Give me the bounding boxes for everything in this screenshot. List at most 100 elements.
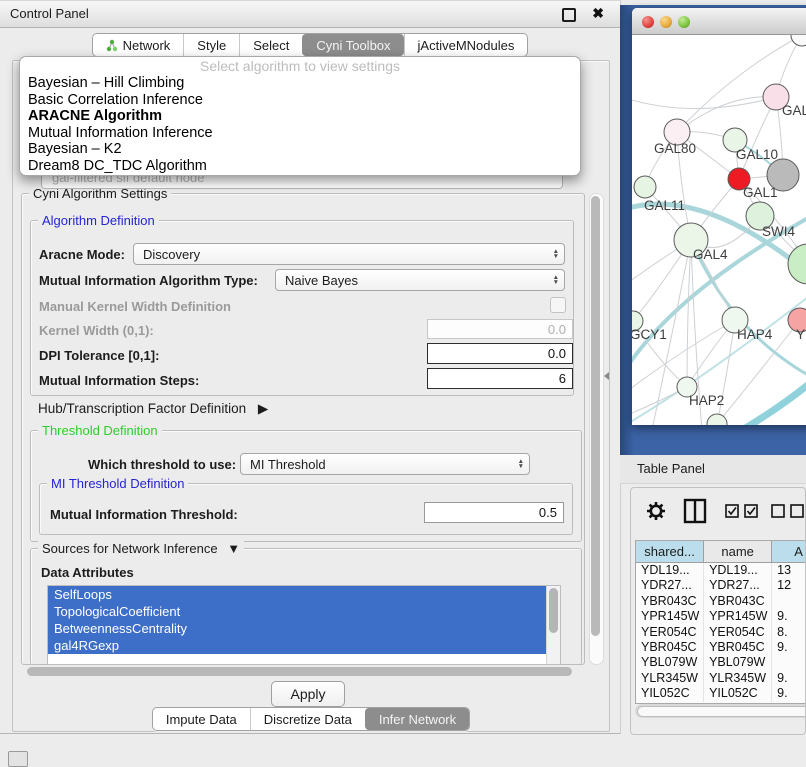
column-header-a[interactable]: A (772, 541, 806, 562)
dpi-tolerance-label: DPI Tolerance [0,1]: (39, 348, 159, 363)
apply-button[interactable]: Apply (271, 681, 345, 707)
minimize-traffic-icon[interactable] (660, 16, 672, 28)
network-edge[interactable] (677, 97, 776, 132)
which-threshold-label: Which threshold to use: (88, 457, 236, 472)
table-row[interactable]: YBL079WYBL079W (636, 655, 806, 670)
tab-label: Network (123, 38, 171, 53)
tab-network[interactable]: Network (93, 34, 184, 56)
network-edge[interactable] (632, 97, 776, 109)
mi-steps-field[interactable]: 6 (427, 368, 573, 389)
settings-vscroll-thumb[interactable] (591, 196, 600, 636)
table-row[interactable]: YBR043CYBR043C (636, 594, 806, 609)
manual-kernel-width-checkbox[interactable] (550, 297, 566, 313)
mi-threshold-definition-title: MI Threshold Definition (47, 476, 188, 491)
algorithm-option-bayesian-k2[interactable]: Bayesian – K2 (20, 141, 580, 158)
zoom-traffic-icon[interactable] (678, 16, 690, 28)
table-cell: YIL052C (704, 686, 772, 701)
settings-hscroll-thumb[interactable] (27, 667, 572, 676)
gear-icon[interactable] (645, 500, 667, 522)
network-canvas[interactable]: GALGAL80GAL10GAL1GAL11SWI4GAL4GCY1HAP4YH… (632, 35, 806, 425)
attribute-item-gal4rgexp[interactable]: gal4RGexp (48, 637, 560, 654)
dpi-tolerance-field[interactable]: 0.0 (427, 343, 573, 364)
mi-algorithm-type-combo[interactable]: Naive Bayes ▲▼ (275, 269, 565, 291)
table-cell: 9. (772, 640, 806, 655)
table-row[interactable]: YDR27...YDR27...12 (636, 578, 806, 593)
table-row[interactable]: YPR145WYPR145W9. (636, 609, 806, 624)
network-edge[interactable] (717, 320, 735, 424)
table-row[interactable]: YIL052CYIL052C9. (636, 686, 806, 701)
column-header-name[interactable]: name (704, 541, 772, 562)
table-row[interactable]: YER054CYER054C8. (636, 625, 806, 640)
tab-label: Discretize Data (264, 712, 352, 727)
tab-infer-network[interactable]: Infer Network (365, 708, 469, 730)
network-window-titlebar[interactable] (632, 8, 806, 35)
table-row[interactable]: YDL19...YDL19...13 (636, 563, 806, 578)
hub-definition-toggle[interactable]: Hub/Transcription Factor Definition ▶ (38, 401, 268, 417)
splitter-handle[interactable] (604, 372, 609, 380)
algorithm-definition-title: Algorithm Definition (38, 213, 159, 228)
table-row[interactable]: YBR045CYBR045C9. (636, 640, 806, 655)
table-hscroll-thumb[interactable] (637, 706, 806, 717)
network-node-top-partial[interactable] (791, 35, 806, 46)
algorithm-option-basic-correlation-inference[interactable]: Basic Correlation Inference (20, 92, 580, 109)
table-horizontal-scrollbar[interactable] (635, 704, 806, 718)
settings-vertical-scrollbar[interactable] (589, 193, 604, 665)
column-header-shared[interactable]: shared... (636, 541, 704, 562)
table-cell: 13 (772, 563, 806, 578)
node-label-y: Y (796, 327, 805, 342)
attributes-scrollbar[interactable] (546, 586, 560, 664)
tab-style[interactable]: Style (183, 34, 239, 56)
algorithm-option-aracne-algorithm[interactable]: ARACNE Algorithm (20, 108, 580, 125)
stepper-arrows-icon: ▲▼ (553, 249, 559, 259)
table-cell: YBR043C (636, 594, 704, 609)
network-edge[interactable] (687, 240, 691, 387)
table-cell: YDR27... (704, 578, 772, 593)
algorithm-dropdown-list: Select algorithm to view settings Bayesi… (19, 56, 581, 176)
table-row[interactable]: YLR345WYLR345W9. (636, 671, 806, 686)
sources-title[interactable]: Sources for Network Inference ▼ (38, 541, 244, 556)
aracne-mode-combo[interactable]: Discovery ▲▼ (133, 243, 565, 265)
algorithm-option-mutual-information-inference[interactable]: Mutual Information Inference (20, 125, 580, 142)
control-panel-window: Control Panel ✖ Network StyleSelectCyni T… (0, 0, 621, 734)
tab-select[interactable]: Select (239, 34, 302, 56)
network-node-gal11[interactable] (634, 176, 656, 198)
unchecked-pair-icon[interactable] (771, 504, 805, 518)
split-columns-icon[interactable] (683, 498, 707, 524)
settings-horizontal-scrollbar[interactable] (21, 665, 589, 678)
close-icon[interactable]: ✖ (592, 5, 604, 22)
tab-cyni-toolbox[interactable]: Cyni Toolbox (302, 34, 403, 56)
tab-label: Infer Network (379, 712, 456, 727)
checked-pair-icon[interactable] (725, 504, 759, 518)
attributes-scrollbar-thumb[interactable] (549, 588, 558, 633)
algorithm-option-bayesian-hill-climbing[interactable]: Bayesian – Hill Climbing (20, 75, 580, 92)
sources-group: Sources for Network Inference ▼ Data Att… (30, 548, 582, 665)
close-traffic-icon[interactable] (642, 16, 654, 28)
tab-impute-data[interactable]: Impute Data (153, 708, 250, 730)
attribute-item-betweennesscentrality[interactable]: BetweennessCentrality (48, 620, 560, 637)
tab-jactivemnodules[interactable]: jActiveMNodules (404, 34, 528, 56)
network-edge[interactable] (632, 204, 806, 280)
control-panel-title: Control Panel (10, 6, 89, 21)
cyni-toolbox-panel: Select algorithm to view settings Bayesi… (12, 60, 610, 732)
float-window-icon[interactable] (562, 8, 576, 22)
data-attributes-list[interactable]: SelfLoopsTopologicalCoefficientBetweenne… (47, 585, 561, 665)
tab-discretize-data[interactable]: Discretize Data (250, 708, 365, 730)
algorithm-option-dream8-dc-tdc-algorithm[interactable]: Dream8 DC_TDC Algorithm (20, 158, 580, 175)
network-node-swi4[interactable] (788, 244, 806, 284)
mi-algorithm-type-label: Mutual Information Algorithm Type: (39, 273, 258, 288)
attribute-item-selfloops[interactable]: SelfLoops (48, 586, 560, 603)
collapsed-panel-icon[interactable] (8, 751, 28, 767)
network-view-window: GALGAL80GAL10GAL1GAL11SWI4GAL4GCY1HAP4YH… (632, 8, 806, 425)
table-cell: YBL079W (704, 655, 772, 670)
table-cell: YDL19... (704, 563, 772, 578)
tab-label: Impute Data (166, 712, 237, 727)
which-threshold-combo[interactable]: MI Threshold ▲▼ (240, 453, 530, 475)
bottom-tabs: Impute Data Discretize Data Infer Network (152, 707, 470, 731)
kernel-width-field[interactable]: 0.0 (427, 319, 573, 339)
network-edge[interactable] (737, 375, 806, 425)
node-table[interactable]: shared...nameA YDL19...YDL19...13YDR27..… (635, 540, 806, 704)
table-cell: YDL19... (636, 563, 704, 578)
attribute-item-topologicalcoefficient[interactable]: TopologicalCoefficient (48, 603, 560, 620)
mi-threshold-field[interactable]: 0.5 (424, 502, 564, 523)
table-header-row: shared...nameA (636, 541, 806, 563)
